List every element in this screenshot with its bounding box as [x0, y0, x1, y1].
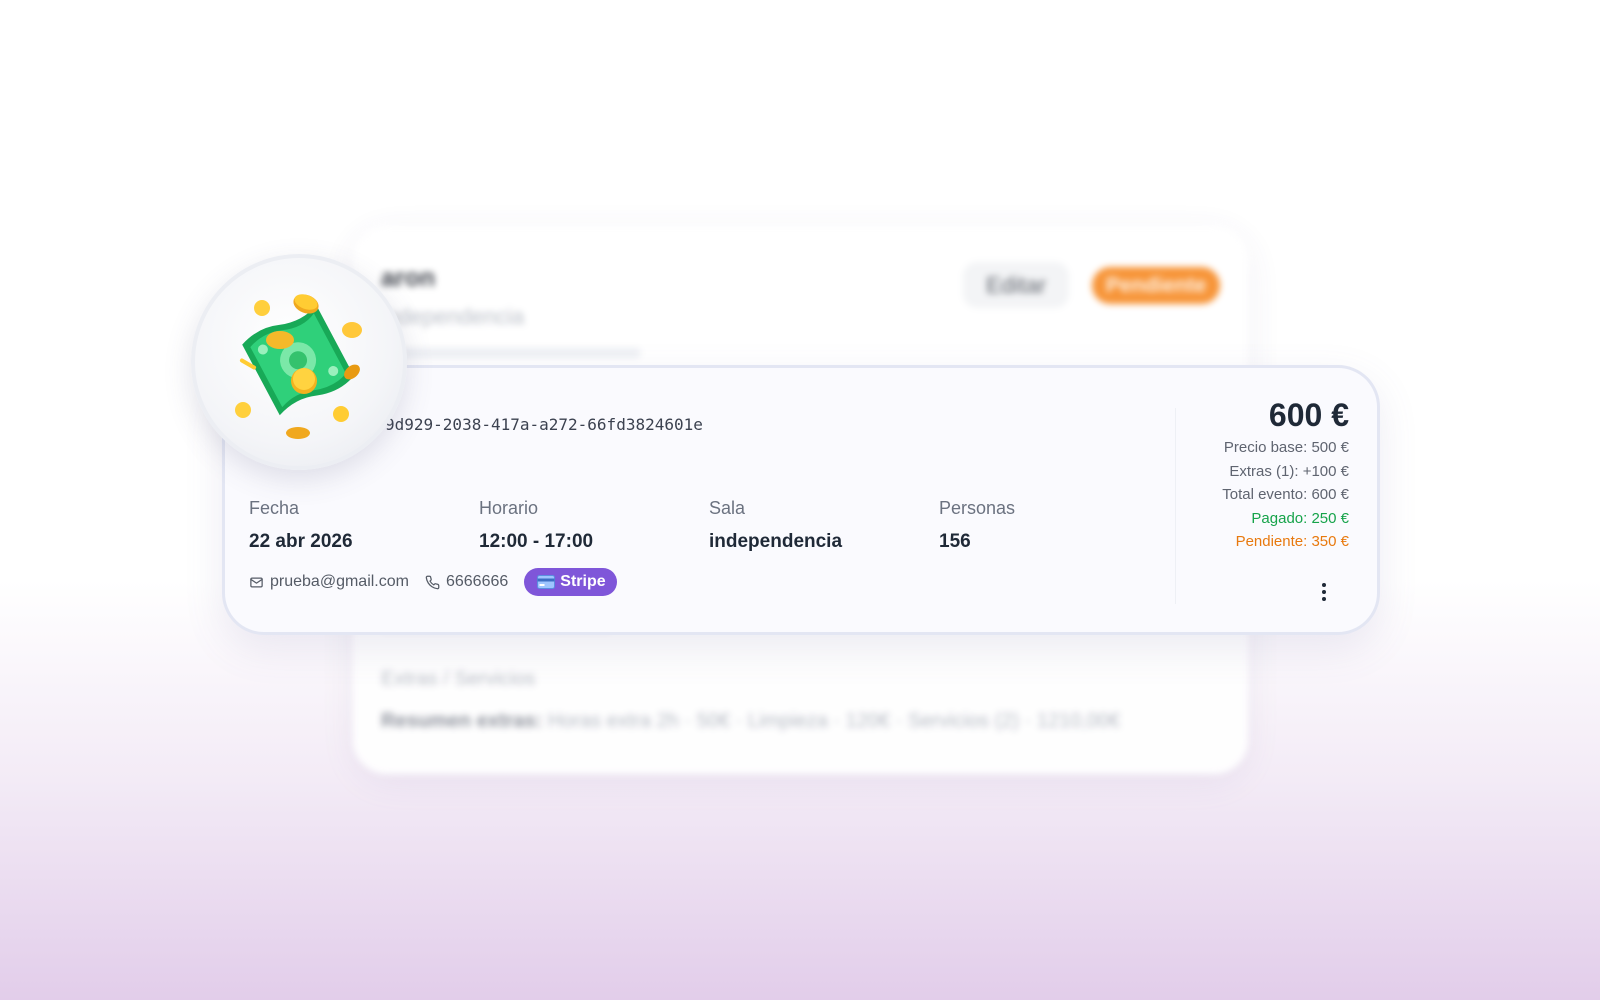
room-field: Sala independencia: [709, 498, 842, 553]
payment-method-label: Stripe: [560, 573, 606, 590]
people-field: Personas 156: [939, 498, 1015, 553]
paid-amount: Pagado: 250 €: [1251, 509, 1349, 527]
people-value: 156: [939, 531, 971, 552]
more-options-button[interactable]: [1310, 578, 1338, 606]
people-label: Personas: [939, 498, 1016, 518]
phone-icon: [425, 575, 440, 589]
mail-icon: [250, 577, 263, 587]
time-label: Horario: [479, 498, 539, 518]
extras-summary-label: Resumen extras:: [381, 710, 543, 732]
payment-method-badge: Stripe: [524, 568, 617, 596]
more-vertical-icon: [1322, 583, 1326, 587]
event-total: Total evento: 600 €: [1222, 486, 1349, 503]
email-contact[interactable]: prueba@gmail.com: [249, 573, 409, 591]
base-price: Precio base: 500 €: [1223, 439, 1349, 456]
extras-title: Extras / Servicios: [381, 668, 536, 690]
booking-id: 9d929-2038-417a-a272-66fd3824601e: [385, 415, 703, 434]
phone-text: 6666666: [445, 573, 509, 590]
date-label: Fecha: [249, 498, 300, 518]
money-icon: [235, 294, 362, 439]
email-text: prueba@gmail.com: [270, 573, 409, 590]
price-summary: 600 € Precio base: 500 € Extras (1): +10…: [1222, 394, 1349, 554]
extras-summary-value: Horas extra 2h · 50€ · Limpieza · 120€ ·…: [547, 710, 1121, 732]
status-badge: Pendiente: [1092, 267, 1220, 304]
total-amount: 600 €: [1268, 397, 1349, 433]
pending-amount: Pendiente: 350 €: [1235, 533, 1349, 550]
extras-price: Extras (1): +100 €: [1229, 462, 1349, 480]
phone-contact[interactable]: 6666666: [425, 573, 508, 591]
faint-text-line: [381, 348, 641, 358]
date-field: Fecha 22 abr 2026: [249, 498, 353, 553]
room-label: Sala: [709, 498, 746, 518]
divider: [1175, 408, 1176, 604]
room-value: independencia: [709, 531, 843, 552]
credit-card-icon: [537, 575, 556, 589]
extras-summary: Resumen extras: Horas extra 2h · 50€ · L…: [381, 710, 1120, 733]
time-value: 12:00 - 17:00: [479, 531, 594, 552]
time-field: Horario 12:00 - 17:00: [479, 498, 593, 553]
money-illustration: [191, 254, 407, 470]
edit-button[interactable]: Editar: [963, 262, 1069, 308]
date-value: 22 abr 2026: [249, 531, 353, 552]
contact-row: prueba@gmail.com 6666666 Stripe: [249, 568, 617, 596]
